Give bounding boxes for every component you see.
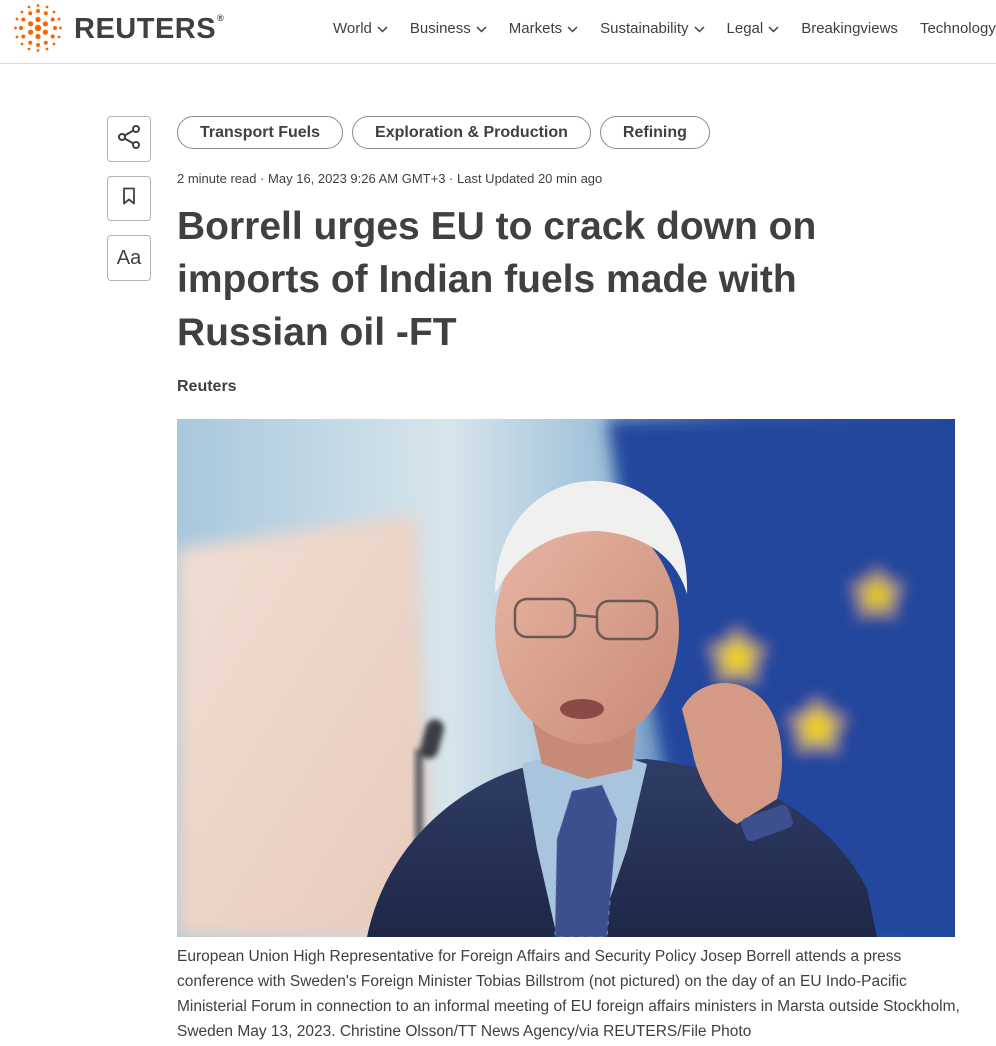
article-meta: 2 minute read · May 16, 2023 9:26 AM GMT… [177, 171, 603, 186]
tag-refining[interactable]: Refining [599, 116, 710, 149]
text-size-label: Aa [116, 246, 142, 269]
nav-item-breakingviews[interactable]: Breakingviews [801, 20, 898, 37]
chevron-down-icon [476, 20, 487, 37]
article-photo[interactable] [177, 419, 955, 937]
chevron-down-icon [377, 20, 388, 37]
share-icon [116, 124, 142, 155]
chevron-down-icon [693, 20, 705, 37]
nav-item-markets[interactable]: Markets [509, 20, 578, 37]
logo-wordmark: REUTERS® [74, 12, 225, 45]
article-byline[interactable]: Reuters [177, 378, 237, 396]
nav-item-sustainability[interactable]: Sustainability [600, 19, 705, 37]
nav-item-label: Sustainability [600, 19, 689, 37]
nav-item-business[interactable]: Business [410, 20, 487, 37]
nav-item-label: Breakingviews [801, 19, 898, 37]
nav-item-legal[interactable]: Legal [727, 20, 780, 37]
image-caption: European Union High Representative for F… [177, 948, 960, 1040]
nav-item-label: World [333, 19, 372, 37]
text-size-button[interactable]: Aa [107, 235, 151, 281]
bookmark-button[interactable] [107, 176, 151, 221]
chevron-down-icon [567, 20, 578, 37]
bookmark-icon [122, 187, 136, 210]
nav-item-world[interactable]: World [333, 20, 388, 37]
nav-item-label: Legal [726, 19, 764, 37]
photo-illustration [177, 419, 955, 937]
main-nav: World Business Markets Sustainability Le… [333, 0, 996, 56]
nav-item-label: Markets [508, 19, 563, 37]
share-button[interactable] [107, 116, 151, 162]
chevron-down-icon [768, 20, 779, 37]
tag-transport-fuels[interactable]: Transport Fuels [177, 116, 344, 149]
nav-item-label: Business [409, 19, 471, 37]
nav-item-technology[interactable]: Technology [920, 20, 996, 37]
nav-item-label: Technology [919, 19, 996, 37]
reuters-logo[interactable]: REUTERS® [12, 4, 224, 52]
reuters-dots-icon [14, 4, 62, 52]
topic-tags: Transport Fuels Exploration & Production… [177, 116, 719, 149]
article-headline: Borrell urges EU to crack down on import… [177, 205, 817, 354]
site-header: REUTERS® World Business Markets Sustaina… [0, 0, 996, 64]
tag-exploration-production[interactable]: Exploration & Production [352, 116, 591, 149]
